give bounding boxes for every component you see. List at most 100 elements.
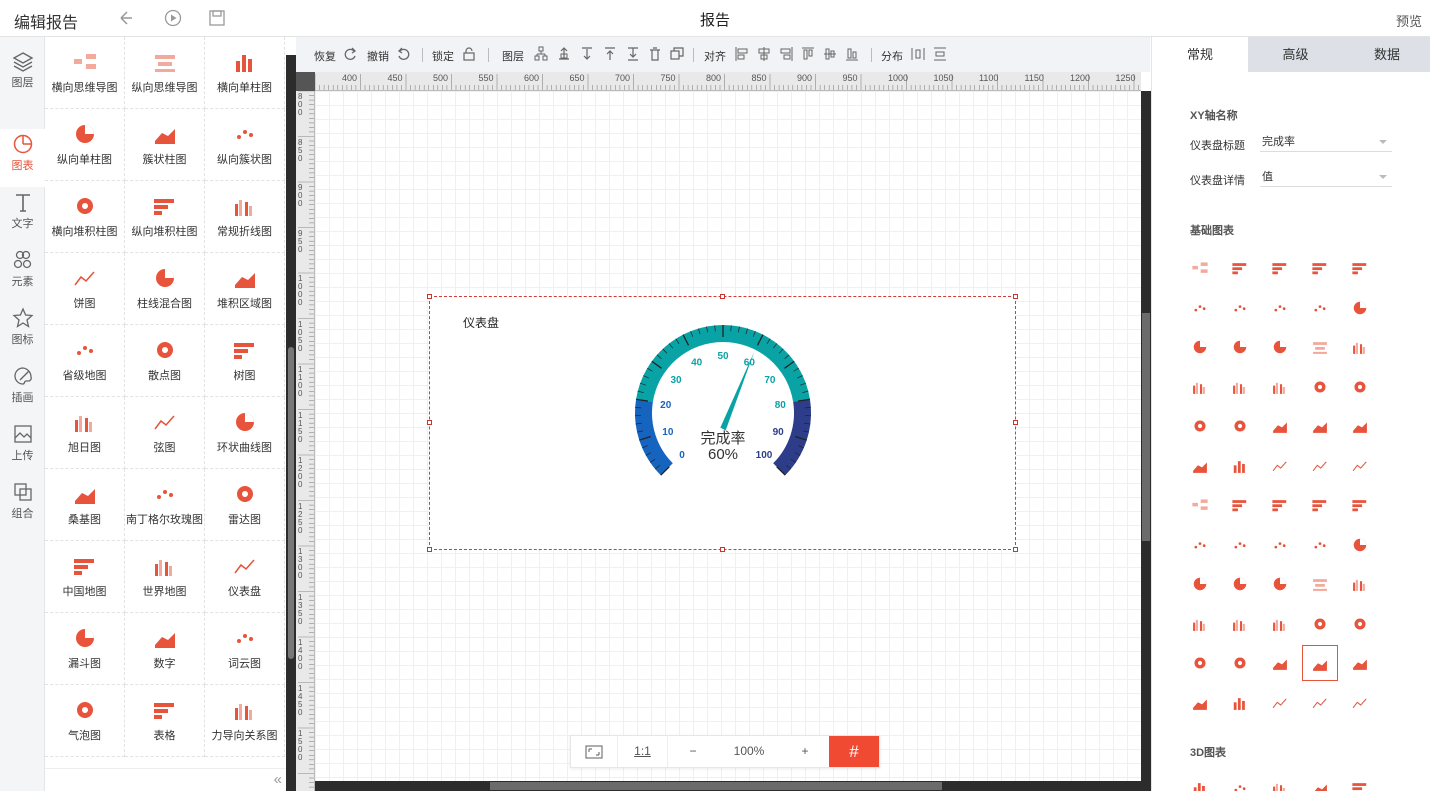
palette-item[interactable]: 词云图 <box>205 613 285 685</box>
chart-type-option[interactable] <box>1342 408 1378 444</box>
tab-data[interactable]: 数据 <box>1343 37 1430 72</box>
canvas-vertical-scrollbar[interactable] <box>1141 91 1151 791</box>
palette-item[interactable]: 常规折线图 <box>205 181 285 253</box>
palette-item[interactable]: 饼图 <box>45 253 125 325</box>
canvas-vscroll-thumb[interactable] <box>1142 313 1150 541</box>
palette-item[interactable]: 弦图 <box>125 397 205 469</box>
chart-type-option[interactable] <box>1262 408 1298 444</box>
palette-item[interactable]: 南丁格尔玫瑰图 <box>125 469 205 541</box>
palette-item[interactable]: 横向堆积柱图 <box>45 181 125 253</box>
palette-item[interactable]: 数字 <box>125 613 205 685</box>
chart-type-option[interactable] <box>1342 685 1378 721</box>
tab-general[interactable]: 常规 <box>1152 37 1248 72</box>
chart-type-option[interactable] <box>1342 487 1378 523</box>
chart-type-option[interactable] <box>1182 408 1218 444</box>
chart-type-option[interactable] <box>1222 645 1258 681</box>
lock-icon[interactable] <box>462 46 476 62</box>
chart-type-option[interactable] <box>1222 329 1258 365</box>
chart-type-option[interactable] <box>1302 448 1338 484</box>
send-bottom-icon[interactable] <box>626 46 640 62</box>
undo-label[interactable]: 撤销 <box>367 48 389 64</box>
chart-type-option[interactable] <box>1302 290 1338 326</box>
align-top-icon[interactable] <box>801 46 815 62</box>
grid-toggle-button[interactable]: # <box>829 736 879 767</box>
nav-item-palette[interactable]: 插画 <box>0 361 45 419</box>
chart-type-option[interactable] <box>1262 566 1298 602</box>
chart-type-option[interactable] <box>1182 566 1218 602</box>
palette-item[interactable]: 纵向单柱图 <box>45 109 125 181</box>
chart-type-option[interactable] <box>1302 250 1338 286</box>
canvas-horizontal-scrollbar[interactable] <box>315 781 1141 791</box>
chart-type-option[interactable] <box>1262 606 1298 642</box>
chart-type-option[interactable] <box>1262 448 1298 484</box>
chart-type-option[interactable] <box>1342 250 1378 286</box>
align-bottom-icon[interactable] <box>845 46 859 62</box>
chart-type-option[interactable] <box>1342 527 1378 563</box>
chart-type-option[interactable] <box>1342 606 1378 642</box>
chart-type-option[interactable] <box>1222 369 1258 405</box>
palette-scrollbar[interactable] <box>286 55 296 791</box>
tab-advanced[interactable]: 高级 <box>1248 37 1343 72</box>
chart-type-option[interactable] <box>1302 566 1338 602</box>
resize-handle-mr[interactable] <box>1013 420 1018 425</box>
chart-type-option[interactable] <box>1182 606 1218 642</box>
copy-icon[interactable] <box>670 46 684 62</box>
resize-handle-br[interactable] <box>1013 547 1018 552</box>
chart-type-option[interactable] <box>1182 527 1218 563</box>
play-icon[interactable] <box>164 9 182 27</box>
palette-item[interactable]: 纵向思维导图 <box>125 37 205 109</box>
palette-item[interactable]: 世界地图 <box>125 541 205 613</box>
chart-type-option[interactable] <box>1182 645 1218 681</box>
layer-tree-icon[interactable] <box>534 46 548 62</box>
chart-type-option[interactable] <box>1222 566 1258 602</box>
redo-label[interactable]: 恢复 <box>314 48 336 64</box>
distribute-horizontal-icon[interactable] <box>911 46 925 62</box>
chart-type-option[interactable] <box>1302 685 1338 721</box>
chart-type-option[interactable] <box>1302 527 1338 563</box>
chart-type-option[interactable] <box>1222 527 1258 563</box>
chart-type-option[interactable] <box>1262 527 1298 563</box>
palette-item[interactable]: 桑基图 <box>45 469 125 541</box>
lock-label[interactable]: 锁定 <box>432 48 454 64</box>
palette-item[interactable]: 气泡图 <box>45 685 125 757</box>
3d-chart-option[interactable] <box>1342 770 1378 791</box>
chart-type-option[interactable] <box>1262 290 1298 326</box>
nav-item-upload[interactable]: 上传 <box>0 419 45 477</box>
chart-type-option[interactable] <box>1222 250 1258 286</box>
gauge-title-select[interactable]: 完成率 <box>1260 134 1392 152</box>
palette-item[interactable]: 力导向关系图 <box>205 685 285 757</box>
chart-type-option[interactable] <box>1182 250 1218 286</box>
chart-type-option[interactable] <box>1262 487 1298 523</box>
palette-item[interactable]: 堆积区域图 <box>205 253 285 325</box>
resize-handle-tl[interactable] <box>427 294 432 299</box>
resize-handle-ml[interactable] <box>427 420 432 425</box>
palette-item[interactable]: 中国地图 <box>45 541 125 613</box>
chart-type-option[interactable] <box>1182 290 1218 326</box>
chart-type-option[interactable] <box>1262 369 1298 405</box>
chart-type-option[interactable] <box>1342 369 1378 405</box>
chart-type-option[interactable] <box>1342 448 1378 484</box>
chart-type-option[interactable] <box>1262 329 1298 365</box>
chart-type-option[interactable] <box>1222 408 1258 444</box>
chart-type-option[interactable] <box>1182 685 1218 721</box>
nav-item-group[interactable]: 组合 <box>0 477 45 535</box>
chart-type-option[interactable] <box>1342 290 1378 326</box>
fit-screen-button[interactable] <box>571 736 618 767</box>
chart-type-option[interactable] <box>1342 645 1378 681</box>
chart-type-option[interactable] <box>1302 329 1338 365</box>
resize-handle-tc[interactable] <box>720 294 725 299</box>
resize-handle-bl[interactable] <box>427 547 432 552</box>
palette-item[interactable]: 表格 <box>125 685 205 757</box>
redo-icon[interactable] <box>343 46 357 62</box>
3d-chart-option[interactable] <box>1182 770 1218 791</box>
palette-item[interactable]: 仪表盘 <box>205 541 285 613</box>
align-left-icon[interactable] <box>735 46 749 62</box>
back-icon[interactable] <box>118 9 136 27</box>
save-icon[interactable] <box>208 9 226 27</box>
resize-handle-tr[interactable] <box>1013 294 1018 299</box>
gauge-chart-widget[interactable]: 仪表盘 0102030405060708090100完成率60% <box>429 296 1016 550</box>
3d-chart-option[interactable] <box>1222 770 1258 791</box>
preview-button[interactable]: 预览 <box>1396 11 1422 30</box>
chart-type-option[interactable] <box>1302 645 1338 681</box>
nav-item-layers[interactable]: 图层 <box>0 46 45 104</box>
